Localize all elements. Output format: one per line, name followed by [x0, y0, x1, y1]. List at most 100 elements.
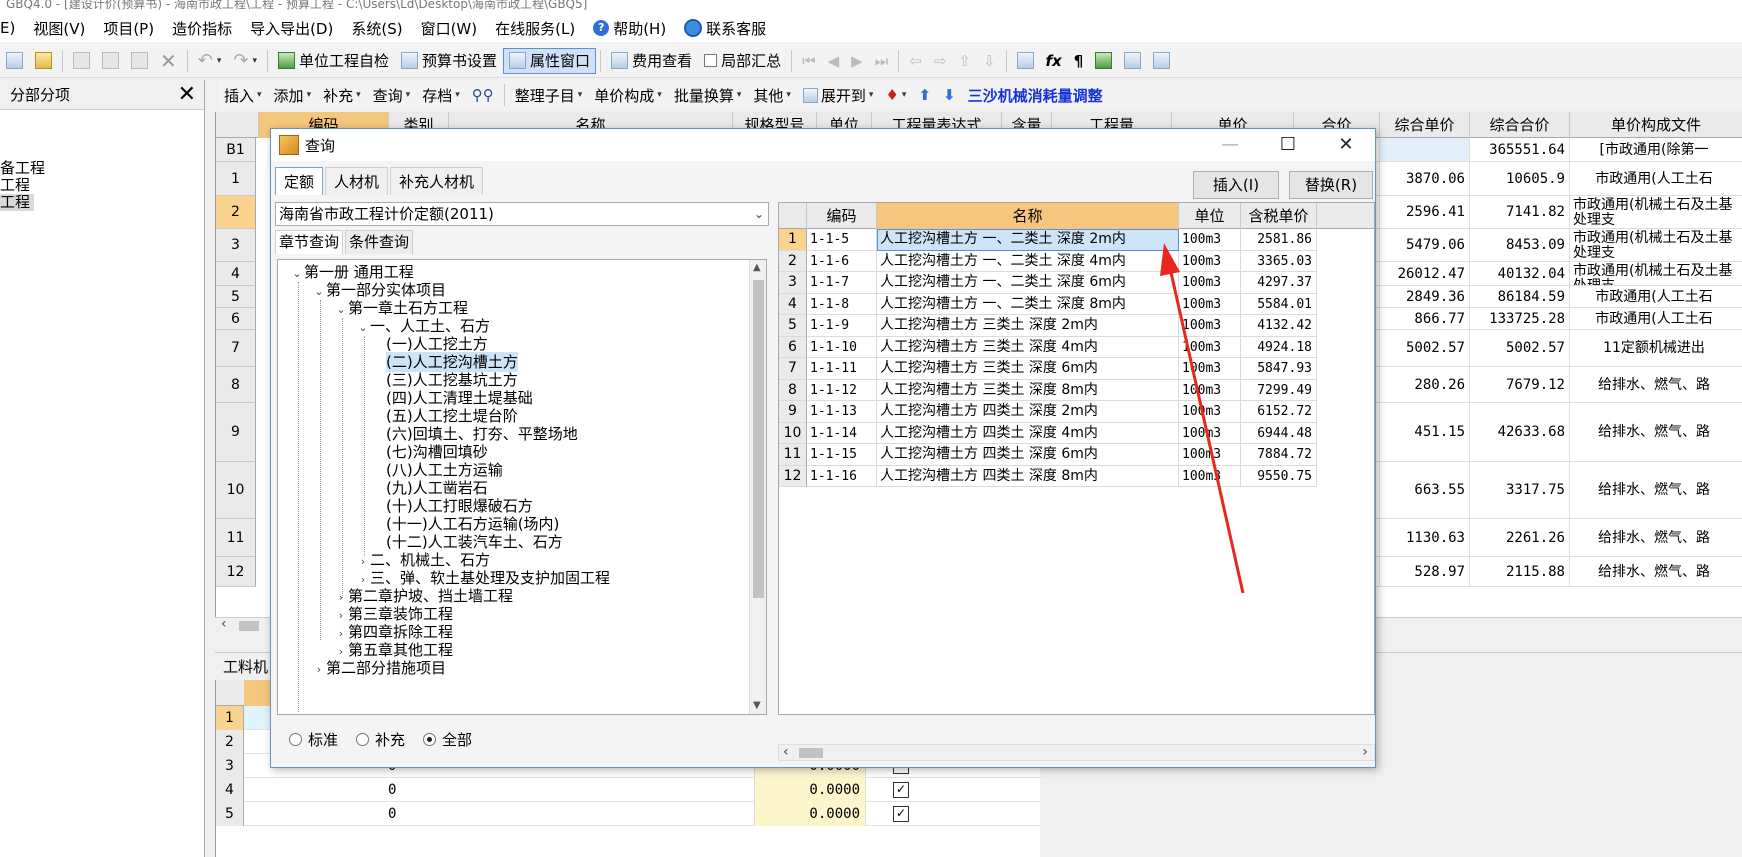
scroll-left-icon[interactable]: ‹ [221, 616, 227, 632]
cell-comp-unit-price[interactable] [1380, 138, 1470, 162]
cell-code[interactable]: 1-1-13 [807, 401, 877, 423]
sheet-button[interactable] [1147, 48, 1176, 74]
table-row[interactable]: 10 1-1-14 人工挖沟槽土方 四类土 深度 4m内 100m3 6944.48 [779, 422, 1374, 444]
tree-node[interactable]: (八)人工土方运输 [386, 460, 503, 480]
row-number[interactable]: 7 [216, 330, 256, 367]
cell-code[interactable]: 1-1-14 [807, 422, 877, 444]
cell-code[interactable]: 1-1-15 [807, 444, 877, 466]
undo-button[interactable]: ↶ ▾ [192, 48, 228, 74]
row-checkbox[interactable]: ✓ [893, 782, 909, 798]
tree-node[interactable]: (五)人工挖土堤台阶 [386, 406, 518, 426]
tree-node-selected[interactable]: (二)人工挖沟槽土方 [386, 352, 518, 372]
quota-results-hscrollbar[interactable]: ‹ › [778, 744, 1375, 761]
paste-button[interactable] [125, 48, 154, 74]
chapter-tree-scrollbar[interactable]: ▲ ▼ [749, 260, 766, 714]
find-button[interactable]: ⚲⚲ [466, 86, 500, 104]
cell-comp-unit-price[interactable]: 451.15 [1380, 403, 1470, 462]
cell-comp-total[interactable]: 7141.82 [1470, 196, 1570, 229]
cell-comp-total[interactable]: 365551.64 [1470, 138, 1570, 162]
open-button[interactable] [29, 48, 58, 74]
cell-price-file[interactable]: 市政通用(人工土石 [1570, 308, 1742, 330]
cell-comp-total[interactable]: 2261.26 [1470, 519, 1570, 557]
cell-name[interactable]: 人工挖沟槽土方 一、二类土 深度 4m内 [877, 250, 1179, 272]
cell-price[interactable]: 6944.48 [1241, 422, 1317, 444]
organize-subitems-menu[interactable]: 整理子目 ▾ [509, 85, 589, 106]
cell-code[interactable]: 1-1-6 [807, 250, 877, 272]
delete-button[interactable]: ✕ [154, 48, 183, 74]
cell-price-file[interactable]: 给排水、燃气、路 [1570, 519, 1742, 557]
sansha-machine-adjust-button[interactable]: 三沙机械消耗量调整 [962, 85, 1109, 106]
row-number[interactable]: 9 [216, 403, 256, 462]
section-tree-item[interactable]: 工程 [0, 177, 204, 194]
rg-header-unit[interactable]: 单位 [1179, 203, 1241, 229]
scroll-right-icon[interactable]: › [1362, 744, 1368, 760]
cell-price[interactable]: 5584.01 [1241, 293, 1317, 315]
other-menu[interactable]: 其他 ▾ [747, 85, 797, 106]
tree-node[interactable]: (一)人工挖土方 [386, 334, 488, 354]
chevron-right-icon[interactable]: › [312, 660, 326, 680]
formula-button[interactable]: fx [1040, 48, 1068, 74]
cell-quantity[interactable]: 0.0000 [754, 802, 866, 826]
tab-quota[interactable]: 定额 [275, 167, 324, 195]
tree-node[interactable]: (七)沟槽回填砂 [386, 442, 488, 462]
tab-labor-material[interactable]: 人材机 [325, 167, 389, 195]
cell-unit[interactable]: 100m3 [1179, 315, 1241, 337]
tree-node[interactable]: › 第四章拆除工程 [334, 622, 453, 642]
cell-price-file[interactable]: 市政通用(人工土石 [1570, 286, 1742, 308]
cell-comp-total[interactable]: 10605.9 [1470, 162, 1570, 196]
expand-to-menu[interactable]: 展开到 ▾ [797, 85, 880, 106]
tree-node[interactable]: (十二)人工装汽车土、石方 [386, 532, 563, 552]
cell-comp-total[interactable]: 133725.28 [1470, 308, 1570, 330]
cell-price[interactable]: 4924.18 [1241, 336, 1317, 358]
cell-name[interactable]: 人工挖沟槽土方 一、二类土 深度 6m内 [877, 272, 1179, 294]
menu-project[interactable]: 项目(P) [94, 18, 163, 39]
cell-code[interactable]: 1-1-10 [807, 336, 877, 358]
row-number[interactable]: 11 [216, 519, 256, 557]
rg-header-name[interactable]: 名称 [877, 203, 1179, 229]
archive-menu[interactable]: 存档 ▾ [416, 85, 466, 106]
menu-edit[interactable]: E) [0, 19, 24, 37]
insert-button[interactable]: 插入(I) [1193, 171, 1279, 199]
save-button[interactable] [0, 48, 29, 74]
cell-price-file[interactable]: 给排水、燃气、路 [1570, 367, 1742, 403]
cell-quantity[interactable]: 0.0000 [754, 778, 866, 802]
radio-supplement[interactable]: 补充 [356, 729, 405, 750]
cell-price-file[interactable]: 市政通用(机械土石及土基处理支 [1570, 196, 1742, 229]
table-row[interactable]: 4 0 0.0000 ✓ [216, 778, 1041, 802]
cell-price[interactable]: 5847.93 [1241, 358, 1317, 380]
cell-comp-unit-price[interactable]: 1130.63 [1380, 519, 1470, 557]
cell-comp-unit-price[interactable]: 528.97 [1380, 557, 1470, 587]
insert-menu[interactable]: 插入 ▾ [218, 85, 268, 106]
table-row[interactable]: 11 1-1-15 人工挖沟槽土方 四类土 深度 6m内 100m3 7884.72 [779, 444, 1374, 466]
cell-comp-total[interactable]: 40132.04 [1470, 262, 1570, 286]
cell-unit[interactable]: 100m3 [1179, 401, 1241, 423]
cell-name[interactable]: 人工挖沟槽土方 三类土 深度 6m内 [877, 358, 1179, 380]
budget-settings-button[interactable]: 预算书设置 [395, 48, 503, 74]
menu-system[interactable]: 系统(S) [342, 18, 411, 39]
scroll-thumb[interactable] [753, 280, 764, 598]
cell-code[interactable]: 1-1-7 [807, 272, 877, 294]
move-down-row-button[interactable]: ⬇ [937, 86, 962, 104]
tree-node[interactable]: ⌄ 第一章土石方工程 [334, 298, 468, 318]
cell-name[interactable]: 人工挖沟槽土方 三类土 深度 8m内 [877, 379, 1179, 401]
tree-node[interactable]: ⌄ 第一册 通用工程 [290, 262, 413, 282]
tree-node[interactable]: (三)人工挖基坑土方 [386, 370, 518, 390]
table-row[interactable]: 2 1-1-6 人工挖沟槽土方 一、二类土 深度 4m内 100m3 3365.03 [779, 250, 1374, 272]
row-number[interactable]: 8 [216, 367, 256, 403]
fill-color-button[interactable]: ♦ ▾ [879, 86, 912, 104]
query-dialog-titlebar[interactable]: 查询 — ☐ ✕ [271, 129, 1375, 161]
menu-import-export[interactable]: 导入导出(D) [241, 18, 342, 39]
table-row[interactable]: 5 0 0.0000 ✓ [216, 802, 1041, 826]
cell-unit[interactable]: 100m3 [1179, 336, 1241, 358]
tree-node[interactable]: ⌄ 一、人工土、石方 [356, 316, 490, 336]
move-up-row-button[interactable]: ⬆ [912, 86, 937, 104]
cell-price[interactable]: 3365.03 [1241, 250, 1317, 272]
cell-name[interactable]: 人工挖沟槽土方 四类土 深度 2m内 [877, 401, 1179, 423]
cell-comp-unit-price[interactable]: 280.26 [1380, 367, 1470, 403]
row-number[interactable]: 4 [216, 262, 256, 286]
redo-button[interactable]: ↷ ▾ [227, 48, 263, 74]
paragraph-button[interactable]: ¶ [1068, 48, 1090, 74]
tree-node[interactable]: (六)回填土、打夯、平整场地 [386, 424, 578, 444]
col-header-comp-unit-price[interactable]: 综合单价 [1380, 112, 1470, 138]
scroll-left-icon[interactable]: ‹ [783, 744, 789, 760]
